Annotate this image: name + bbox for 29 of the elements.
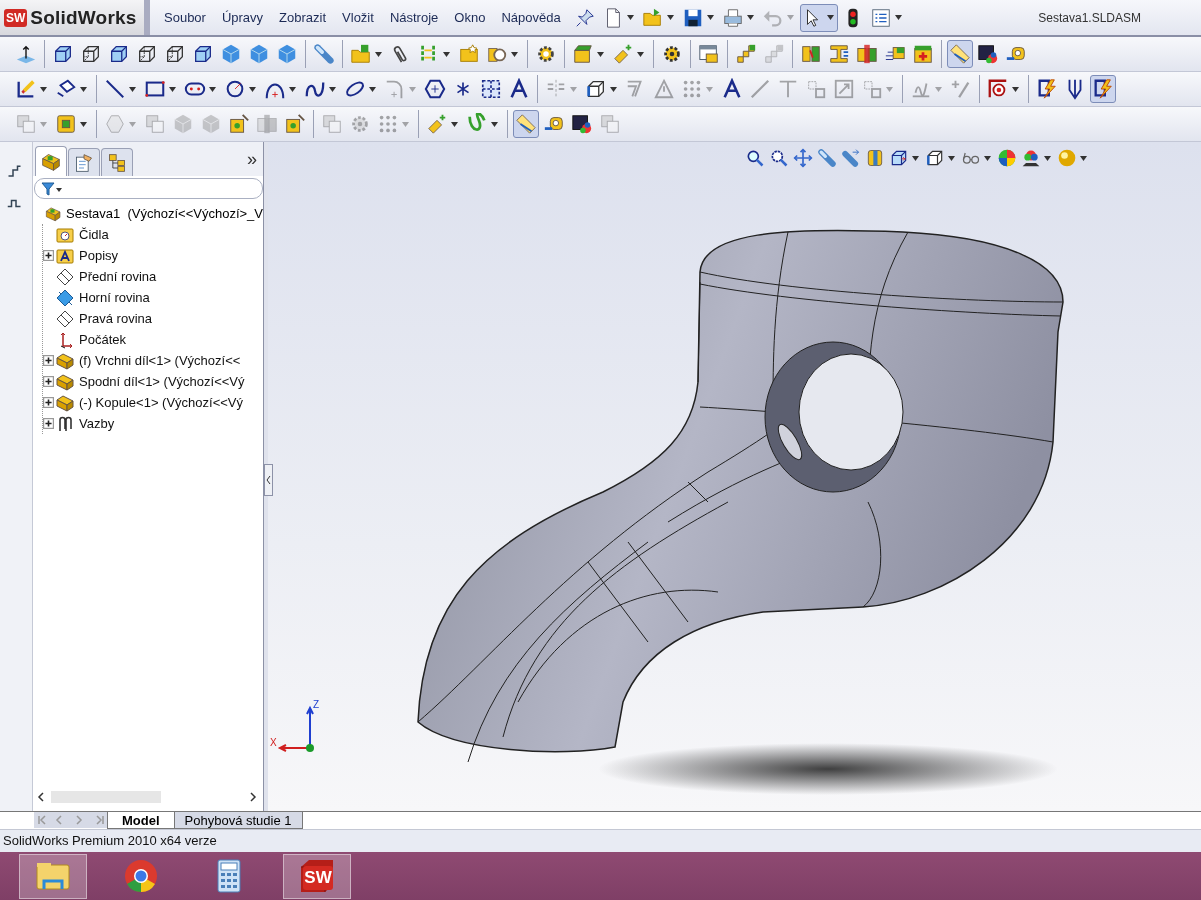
menu-item[interactable]: Zobrazit	[271, 10, 335, 25]
app-badge: SW	[303, 865, 333, 890]
tree-item[interactable]: Přední rovina	[79, 269, 157, 284]
tree-item[interactable]: Spodní díl<1> (Výchozí<<Vý	[79, 374, 245, 389]
expand-panel-button[interactable]: »	[247, 148, 257, 170]
taskbar-button[interactable]: SW	[283, 853, 351, 899]
tree-item[interactable]: Vazby	[79, 416, 115, 431]
menu-item[interactable]: Okno	[446, 10, 494, 25]
logo-text: SolidWorks	[30, 6, 137, 29]
axis-label: Z	[313, 699, 320, 710]
tree-item[interactable]: (f) Vrchni díl<1> (Výchozí<<	[79, 353, 241, 368]
tree-item[interactable]: Popisy	[79, 248, 119, 263]
bottom-tab[interactable]: Pohybová studie 1	[173, 812, 303, 829]
tree-item[interactable]: Sestava1 (Výchozí<<Výchozí>_V	[66, 206, 263, 221]
menu-item[interactable]: Soubor	[156, 10, 214, 25]
tree-item[interactable]: Horní rovina	[79, 290, 150, 305]
window-title: Sestava1.SLDASM	[1038, 10, 1141, 25]
menu-item[interactable]: Nápověda	[493, 10, 569, 25]
tree-item[interactable]: (-) Kopule<1> (Výchozí<<Vý	[79, 395, 244, 410]
tree-item[interactable]: Čidla	[79, 227, 109, 242]
tree-item[interactable]: Počátek	[79, 332, 126, 347]
menu-item[interactable]: Nástroje	[381, 10, 447, 25]
menu-item[interactable]: Vložit	[334, 10, 382, 25]
axis-label: X	[270, 737, 277, 748]
tree-item[interactable]: Pravá rovina	[79, 311, 152, 326]
logo-badge: SW	[4, 8, 28, 27]
status-text: SolidWorks Premium 2010 x64 verze	[3, 833, 217, 848]
bottom-tab[interactable]: Model	[107, 812, 175, 829]
menu-item[interactable]: Úpravy	[213, 10, 272, 25]
